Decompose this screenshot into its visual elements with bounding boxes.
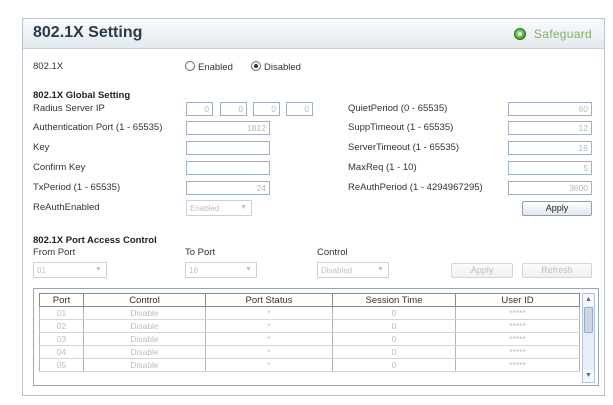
- port-status-cell: *: [205, 358, 333, 372]
- radius-ip-octet-3[interactable]: 0: [253, 102, 280, 116]
- port-status-cell: *: [205, 306, 333, 320]
- confirm-key-input[interactable]: [186, 161, 270, 175]
- chevron-down-icon: ▼: [95, 266, 102, 273]
- control-cell: Disable: [83, 332, 206, 346]
- column-header-user-id: User ID: [455, 293, 580, 307]
- session-time-cell: 0: [332, 332, 456, 346]
- disabled-radio[interactable]: Disabled: [251, 61, 301, 73]
- maxreq-label: MaxReq (1 - 10): [348, 162, 417, 173]
- control-cell: Disable: [83, 306, 206, 320]
- txperiod-label: TxPeriod (1 - 65535): [33, 182, 121, 193]
- enabled-radio-label: Enabled: [198, 62, 233, 73]
- reauth-period-label: ReAuthPeriod (1 - 4294967295): [348, 182, 483, 193]
- control-cell: Disable: [83, 345, 206, 359]
- port-cell: 03: [39, 332, 84, 346]
- safeguard-indicator: Safeguard: [513, 27, 592, 41]
- settings-panel: 802.1X Setting Safeguard 802.1X Enabled …: [22, 18, 605, 396]
- safeguard-status-icon: [513, 28, 526, 40]
- quiet-period-label: QuietPeriod (0 - 65535): [348, 103, 448, 114]
- port-cell: 05: [39, 358, 84, 372]
- port-table: Port Control Port Status Session Time Us…: [39, 293, 580, 372]
- user-id-cell: *****: [455, 319, 580, 333]
- chevron-down-icon: ▼: [245, 266, 252, 273]
- session-time-cell: 0: [332, 306, 456, 320]
- global-apply-button[interactable]: Apply: [522, 201, 592, 216]
- table-row: 04 Disable * 0 *****: [39, 345, 580, 359]
- table-row: 01 Disable * 0 *****: [39, 306, 580, 320]
- column-header-session-time: Session Time: [332, 293, 456, 307]
- enabled-radio[interactable]: Enabled: [185, 61, 233, 73]
- txperiod-input[interactable]: 24: [186, 181, 270, 195]
- key-input[interactable]: [186, 141, 270, 155]
- control-cell: Disable: [83, 319, 206, 333]
- server-timeout-input[interactable]: 16: [508, 141, 592, 155]
- port-status-cell: *: [205, 345, 333, 359]
- refresh-button[interactable]: Refresh: [522, 263, 592, 278]
- confirm-key-label: Confirm Key: [33, 162, 86, 173]
- safeguard-label: Safeguard: [533, 27, 592, 41]
- reauth-enabled-value: Enabled: [190, 204, 220, 213]
- port-apply-button[interactable]: Apply: [451, 263, 513, 278]
- disabled-radio-label: Disabled: [264, 62, 301, 73]
- column-header-port-status: Port Status: [205, 293, 333, 307]
- port-cell: 02: [39, 319, 84, 333]
- mode-label: 802.1X: [33, 61, 64, 72]
- key-label: Key: [33, 142, 50, 153]
- session-time-cell: 0: [332, 358, 456, 372]
- enabled-radio-icon[interactable]: [185, 61, 195, 71]
- user-id-cell: *****: [455, 358, 580, 372]
- user-id-cell: *****: [455, 306, 580, 320]
- page-title: 802.1X Setting: [33, 24, 143, 41]
- to-port-value: 16: [189, 266, 198, 275]
- table-header-row: Port Control Port Status Session Time Us…: [39, 293, 580, 307]
- scroll-down-icon[interactable]: ▼: [583, 370, 594, 382]
- port-table-container: Port Control Port Status Session Time Us…: [33, 288, 599, 386]
- table-row: 02 Disable * 0 *****: [39, 319, 580, 333]
- maxreq-input[interactable]: 5: [508, 161, 592, 175]
- user-id-cell: *****: [455, 345, 580, 359]
- radius-ip-octet-4[interactable]: 0: [286, 102, 313, 116]
- radius-ip-octet-2[interactable]: 0: [220, 102, 247, 116]
- to-port-select[interactable]: 16 ▼: [185, 262, 257, 278]
- port-status-cell: *: [205, 319, 333, 333]
- port-cell: 04: [39, 345, 84, 359]
- from-port-label: From Port: [33, 247, 76, 258]
- session-time-cell: 0: [332, 319, 456, 333]
- reauth-period-input[interactable]: 3600: [508, 181, 592, 195]
- table-scrollbar[interactable]: ▲ ▼: [582, 293, 595, 383]
- table-row: 05 Disable * 0 *****: [39, 358, 580, 372]
- from-port-value: 01: [37, 266, 46, 275]
- quiet-period-input[interactable]: 60: [508, 102, 592, 116]
- control-value: Disabled: [321, 266, 353, 275]
- user-id-cell: *****: [455, 332, 580, 346]
- reauth-enabled-select[interactable]: Enabled ▼: [186, 200, 252, 216]
- port-access-heading: 802.1X Port Access Control: [33, 235, 157, 246]
- from-port-select[interactable]: 01 ▼: [33, 262, 107, 278]
- auth-port-input[interactable]: 1812: [186, 121, 270, 135]
- control-cell: Disable: [83, 358, 206, 372]
- global-setting-heading: 802.1X Global Setting: [33, 90, 131, 101]
- radius-ip-octet-1[interactable]: 0: [186, 102, 213, 116]
- reauth-enabled-label: ReAuthEnabled: [33, 202, 100, 213]
- server-timeout-label: ServerTimeout (1 - 65535): [348, 142, 460, 153]
- scroll-thumb[interactable]: [584, 307, 593, 333]
- scroll-up-icon[interactable]: ▲: [583, 294, 594, 306]
- column-header-port: Port: [39, 293, 84, 307]
- title-bar: 802.1X Setting Safeguard: [23, 19, 604, 49]
- session-time-cell: 0: [332, 345, 456, 359]
- control-select[interactable]: Disabled ▼: [317, 262, 389, 278]
- radius-server-ip-label: Radius Server IP: [33, 103, 105, 114]
- control-label: Control: [317, 247, 348, 258]
- column-header-control: Control: [83, 293, 206, 307]
- to-port-label: To Port: [185, 247, 216, 258]
- port-cell: 01: [39, 306, 84, 320]
- chevron-down-icon: ▼: [377, 266, 384, 273]
- supp-timeout-label: SuppTimeout (1 - 65535): [348, 122, 454, 133]
- disabled-radio-icon[interactable]: [251, 61, 261, 71]
- auth-port-label: Authentication Port (1 - 65535): [33, 122, 163, 133]
- supp-timeout-input[interactable]: 12: [508, 121, 592, 135]
- chevron-down-icon: ▼: [240, 204, 247, 211]
- port-status-cell: *: [205, 332, 333, 346]
- table-row: 03 Disable * 0 *****: [39, 332, 580, 346]
